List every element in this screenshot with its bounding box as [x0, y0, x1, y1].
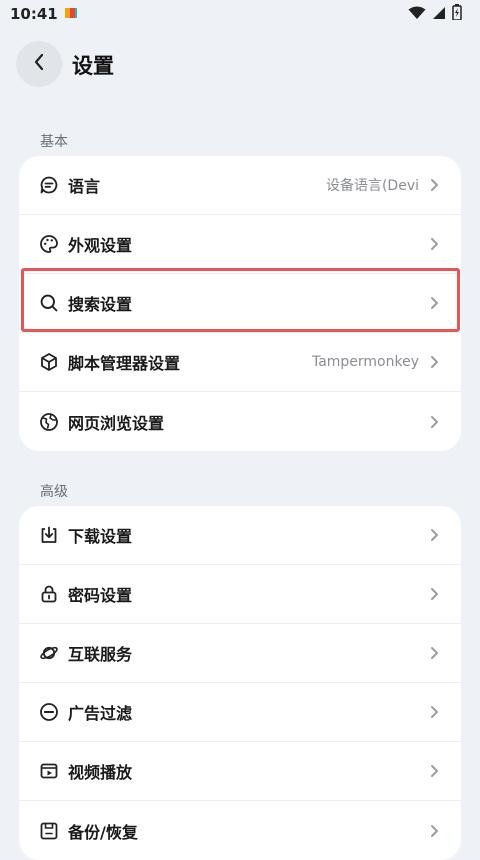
chevron-left-icon — [33, 53, 45, 75]
wifi-icon — [408, 5, 426, 24]
settings-row-value: Tampermonkey — [311, 354, 419, 370]
section-label-basic: 基本 — [40, 134, 68, 150]
settings-row-label: 视频播放 — [68, 763, 133, 782]
back-button[interactable] — [16, 41, 62, 87]
lock-icon — [39, 584, 59, 604]
chevron-right-icon — [429, 236, 439, 252]
settings-row-label: 密码设置 — [68, 586, 133, 605]
planet-icon — [39, 643, 59, 663]
app-header: 设置 — [0, 40, 480, 90]
palette-icon — [39, 234, 59, 254]
video-icon — [39, 761, 59, 781]
save-icon — [39, 821, 59, 841]
chevron-right-icon — [429, 295, 439, 311]
section-label-advanced: 高级 — [40, 484, 68, 500]
chevron-right-icon — [429, 354, 439, 370]
chevron-right-icon — [429, 586, 439, 602]
settings-row-search[interactable]: 搜索设置 — [19, 274, 461, 333]
settings-row-browsing[interactable]: 网页浏览设置 — [19, 392, 461, 451]
status-left: 10:41 — [10, 5, 78, 24]
settings-row-label: 脚本管理器设置 — [68, 354, 181, 373]
chevron-right-icon — [429, 527, 439, 543]
settings-row-video-playback[interactable]: 视频播放 — [19, 742, 461, 801]
settings-card-basic: 语言 设备语言(Devi 外观设置 搜索设置 脚本管理器设置 Tampermon… — [19, 156, 461, 451]
chat-bubble-icon — [39, 175, 59, 195]
app-notification-icon — [64, 5, 78, 24]
settings-row-language[interactable]: 语言 设备语言(Devi — [19, 156, 461, 215]
settings-row-label: 下载设置 — [68, 527, 133, 546]
block-icon — [39, 702, 59, 722]
settings-row-password[interactable]: 密码设置 — [19, 565, 461, 624]
cube-icon — [39, 352, 59, 372]
settings-row-value: 设备语言(Devi — [325, 178, 419, 194]
chevron-right-icon — [429, 763, 439, 779]
chevron-right-icon — [429, 645, 439, 661]
settings-row-backup-restore[interactable]: 备份/恢复 — [19, 801, 461, 860]
settings-row-download[interactable]: 下载设置 — [19, 506, 461, 565]
chevron-right-icon — [429, 704, 439, 720]
settings-row-label: 搜索设置 — [68, 295, 133, 314]
settings-row-connected-services[interactable]: 互联服务 — [19, 624, 461, 683]
settings-row-ad-filter[interactable]: 广告过滤 — [19, 683, 461, 742]
chevron-right-icon — [429, 823, 439, 839]
settings-row-label: 语言 — [68, 177, 101, 196]
settings-row-label: 备份/恢复 — [68, 822, 138, 842]
globe-icon — [39, 412, 59, 432]
settings-row-label: 互联服务 — [68, 645, 133, 664]
chevron-right-icon — [429, 414, 439, 430]
settings-card-advanced: 下载设置 密码设置 互联服务 广告过滤 视频播放 备份/恢复 — [19, 506, 461, 860]
settings-row-script-manager[interactable]: 脚本管理器设置 Tampermonkey — [19, 333, 461, 392]
settings-row-label: 网页浏览设置 — [68, 413, 165, 433]
chevron-right-icon — [429, 177, 439, 193]
search-icon — [39, 293, 59, 313]
signal-icon — [432, 5, 446, 24]
download-icon — [39, 525, 59, 545]
settings-row-appearance[interactable]: 外观设置 — [19, 215, 461, 274]
settings-row-label: 广告过滤 — [68, 704, 133, 723]
status-bar: 10:41 — [0, 0, 480, 28]
status-right — [408, 4, 462, 24]
settings-row-label: 外观设置 — [68, 236, 133, 255]
status-time: 10:41 — [10, 5, 58, 23]
battery-icon — [452, 4, 462, 24]
page-title: 设置 — [72, 54, 114, 78]
